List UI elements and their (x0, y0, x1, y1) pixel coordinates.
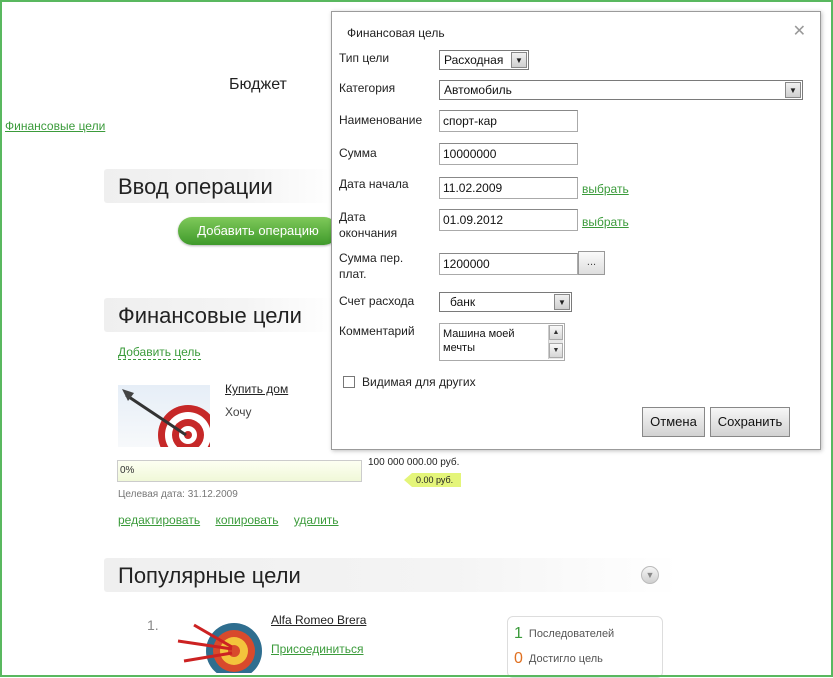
type-value: Расходная (444, 53, 504, 67)
start-date-pick-link[interactable]: выбрать (582, 182, 629, 196)
goal-saved-amount: 0.00 руб. (404, 473, 462, 487)
chevron-down-icon[interactable]: ▼ (554, 294, 570, 310)
start-date-label: Дата начала (339, 177, 409, 191)
type-label: Тип цели (339, 51, 390, 65)
end-date-label-line1: Дата (339, 210, 366, 224)
popular-section-title: Популярные цели (118, 563, 301, 588)
copy-goal-link[interactable]: копировать (215, 513, 278, 527)
achieved-count: 0 (514, 650, 523, 667)
end-date-label-line2: окончания (339, 226, 398, 240)
end-date-pick-link[interactable]: выбрать (582, 215, 629, 229)
target-dart-icon (122, 389, 218, 465)
comment-scrollbar[interactable]: ▲ ▼ (548, 325, 563, 359)
per-payment-label: Сумма пер. плат. (339, 250, 403, 282)
account-value: банк (450, 295, 476, 309)
comment-value: Машина моей мечты (443, 328, 515, 354)
amount-label: Сумма (339, 146, 377, 160)
chevron-down-icon[interactable]: ▼ (511, 52, 527, 68)
add-goal-link[interactable]: Добавить цель (118, 345, 201, 360)
join-link[interactable]: Присоединиться (271, 642, 364, 656)
operation-section-title: Ввод операции (118, 174, 273, 199)
followers-stat: 1 Последователей (514, 625, 614, 643)
amount-field[interactable]: 10000000 (439, 143, 578, 165)
goal-name[interactable]: Купить дом (225, 382, 288, 396)
type-select[interactable]: Расходная ▼ (439, 50, 529, 70)
close-icon[interactable]: ✕ (793, 21, 806, 41)
achieved-label: Достигло цель (528, 653, 603, 665)
popular-item-number: 1. (147, 617, 159, 633)
name-field[interactable]: спорт-кар (439, 110, 578, 132)
per-payment-label-line1: Сумма пер. (339, 251, 404, 265)
add-operation-button[interactable]: Добавить операцию (178, 217, 338, 245)
start-date-field[interactable]: 11.02.2009 (439, 177, 578, 199)
dialog-title: Финансовая цель (347, 26, 445, 40)
financial-goal-dialog: Финансовая цель ✕ Тип цели Расходная ▼ К… (331, 11, 821, 450)
goal-progress-bar: 0% (117, 460, 362, 482)
goal-image (118, 385, 218, 465)
account-select[interactable]: банк ▼ (439, 292, 572, 312)
page-title: Бюджет (229, 76, 287, 93)
popular-item-name[interactable]: Alfa Romeo Brera (271, 613, 366, 627)
goal-description: Хочу (225, 405, 252, 419)
delete-goal-link[interactable]: удалить (294, 513, 339, 527)
save-button[interactable]: Сохранить (710, 407, 790, 437)
goal-target-amount: 100 000 000.00 руб. (368, 457, 460, 468)
comment-label: Комментарий (339, 324, 415, 338)
popular-item-image (174, 611, 262, 678)
end-date-label: Дата окончания (339, 209, 397, 241)
per-payment-field[interactable]: 1200000 (439, 253, 578, 275)
category-select[interactable]: Автомобиль ▼ (439, 80, 803, 100)
goal-actions: редактировать копировать удалить (118, 513, 351, 527)
breadcrumb[interactable]: Финансовые цели (5, 119, 105, 133)
popular-stats: 1 Последователей 0 Достигло цель (507, 616, 663, 678)
chevron-down-icon[interactable]: ▼ (785, 82, 801, 98)
edit-goal-link[interactable]: редактировать (118, 513, 200, 527)
account-label: Счет расхода (339, 294, 415, 308)
category-label: Категория (339, 81, 396, 95)
followers-label: Последователей (528, 628, 615, 640)
goal-target-date: Целевая дата: 31.12.2009 (118, 489, 238, 500)
visible-checkbox[interactable] (343, 376, 355, 388)
per-payment-label-line2: плат. (339, 267, 367, 281)
target-arrows-icon (177, 623, 262, 678)
goal-progress-text: 0% (120, 465, 135, 476)
name-label: Наименование (339, 113, 423, 127)
popular-section-header: Популярные цели ▼ (104, 558, 679, 592)
category-value: Автомобиль (444, 83, 512, 97)
calculate-button[interactable]: ... (578, 251, 605, 275)
achieved-stat: 0 Достигло цель (514, 650, 603, 668)
scroll-up-icon[interactable]: ▲ (549, 325, 563, 340)
visible-label: Видимая для других (362, 375, 476, 389)
chevron-down-icon[interactable]: ▼ (641, 566, 659, 584)
operation-section-header: Ввод операции (104, 169, 336, 203)
scroll-down-icon[interactable]: ▼ (549, 343, 563, 358)
end-date-field[interactable]: 01.09.2012 (439, 209, 578, 231)
goals-section-header: Финансовые цели (104, 298, 336, 332)
followers-count: 1 (514, 625, 523, 642)
cancel-button[interactable]: Отмена (642, 407, 705, 437)
goals-section-title: Финансовые цели (118, 303, 302, 328)
comment-field[interactable]: Машина моей мечты ▲ ▼ (439, 323, 565, 361)
